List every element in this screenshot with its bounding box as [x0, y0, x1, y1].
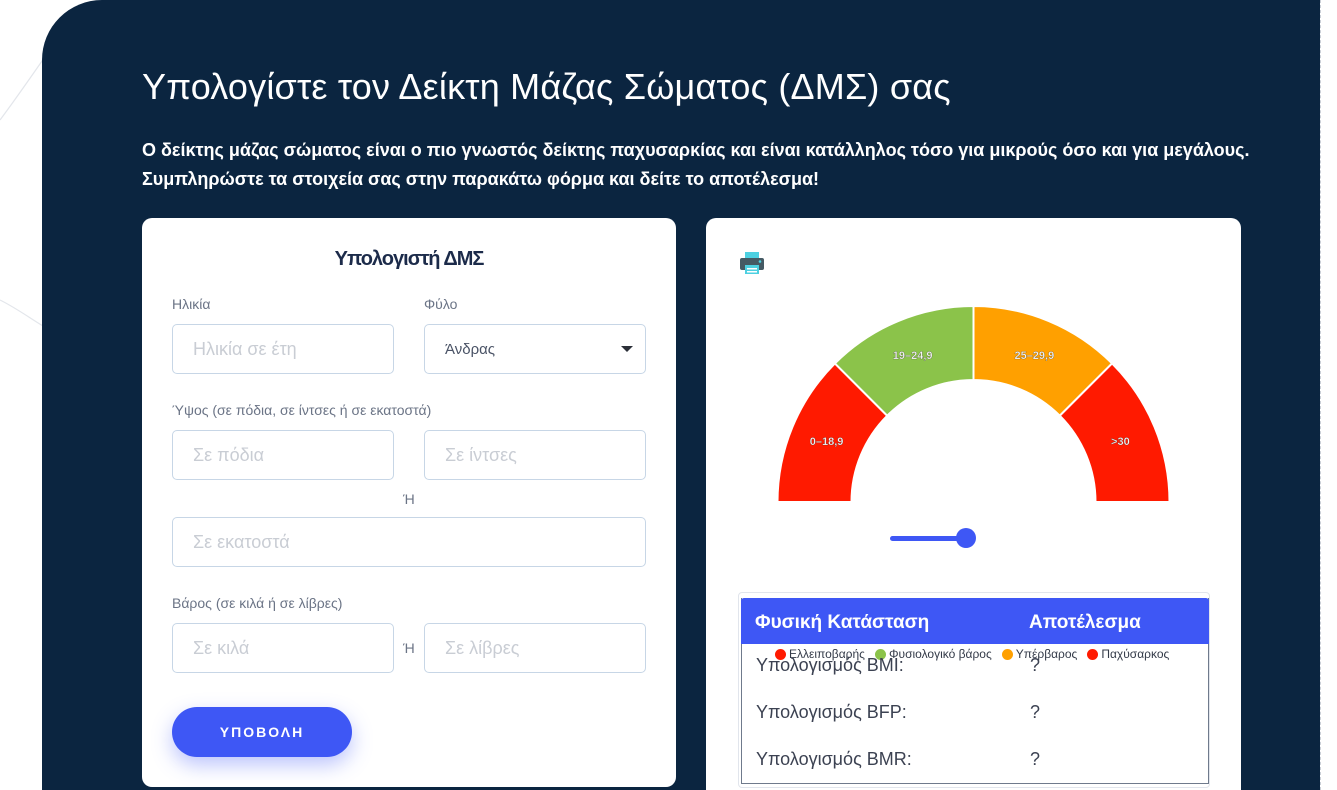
submit-button[interactable]: ΥΠΟΒΟΛΗ	[172, 707, 352, 757]
legend-label: Υπέρβαρος	[1015, 647, 1078, 661]
intro-text: Ο δείκτης μάζας σώματος είναι ο πιο γνωσ…	[142, 136, 1262, 194]
slider-handle[interactable]	[956, 528, 976, 548]
row-bmi-value: ?	[1030, 655, 1041, 675]
sex-label: Φύλο	[424, 296, 458, 312]
results-table-header: Φυσική Κατάσταση Αποτέλεσμα	[741, 598, 1209, 644]
right-margin	[1320, 0, 1337, 790]
page: Υπολογίστε τον Δείκτη Μάζας Σώματος (ΔΜΣ…	[0, 0, 1337, 790]
bmi-gauge: 0–18,9 19–24,9 25–29,9 >30	[776, 306, 1171, 503]
sex-select[interactable]: Άνδρας	[424, 324, 646, 374]
intro-line-1: Ο δείκτης μάζας σώματος είναι ο πιο γνωσ…	[142, 140, 1250, 160]
bmi-form-card: Υπολογιστή ΔΜΣ Ηλικία Ηλικία σε έτη Φύλο…	[142, 218, 676, 787]
gauge-segment-label: >30	[1111, 436, 1130, 448]
row-bfp-label: Υπολογισμός BFP:	[756, 702, 907, 722]
or-separator-weight: Ή	[403, 640, 415, 656]
right-margin-divider	[1320, 0, 1321, 790]
row-bmr-value: ?	[1030, 749, 1041, 769]
row-bmi-label: Υπολογισμός BMI:	[756, 655, 904, 675]
lb-input[interactable]: Σε λίβρες	[424, 623, 646, 673]
feet-input[interactable]: Σε πόδια	[172, 430, 394, 480]
legend-label: Φυσιολογικό βάρος	[888, 647, 992, 661]
legend-dot	[1087, 648, 1099, 660]
age-label: Ηλικία	[172, 296, 211, 312]
row-bfp-value: ?	[1030, 702, 1041, 722]
height-label: Ύψος (σε πόδια, σε ίντσες ή σε εκατοστά)	[172, 402, 432, 418]
sex-select-value: Άνδρας	[445, 340, 496, 358]
cm-input[interactable]: Σε εκατοστά	[172, 517, 646, 567]
weight-label: Βάρος (σε κιλά ή σε λίβρες)	[172, 595, 343, 611]
legend-label: Παχύσαρκος	[1101, 647, 1170, 661]
or-separator-height: Ή	[403, 491, 415, 507]
gauge-segment-label: 19–24,9	[893, 350, 933, 362]
column-state: Φυσική Κατάσταση	[755, 612, 930, 633]
row-bmr-label: Υπολογισμός BMR:	[756, 749, 912, 769]
gauge-segment-label: 0–18,9	[810, 436, 844, 448]
results-table: Φυσική Κατάσταση Αποτέλεσμα Ελλειποβαρής…	[738, 592, 1210, 788]
chevron-down-icon	[621, 346, 633, 352]
legend-item: Παχύσαρκος	[1087, 647, 1169, 661]
form-title: Υπολογιστή ΔΜΣ	[334, 248, 485, 270]
column-result: Αποτέλεσμα	[1029, 612, 1141, 633]
kg-input[interactable]: Σε κιλά	[172, 623, 394, 673]
gauge-slider[interactable]	[890, 526, 980, 550]
legend-dot	[1001, 648, 1013, 660]
printer-icon[interactable]	[738, 250, 766, 276]
intro-line-2: Συμπληρώστε τα στοιχεία σας στην παρακάτ…	[142, 169, 820, 189]
age-input[interactable]: Ηλικία σε έτη	[172, 324, 394, 374]
inches-input[interactable]: Σε ίντσες	[424, 430, 646, 480]
page-title: Υπολογίστε τον Δείκτη Μάζας Σώματος (ΔΜΣ…	[142, 66, 951, 107]
results-card: 0–18,9 19–24,9 25–29,9 >30 Φυσική Κατάσταση…	[706, 218, 1241, 790]
gauge-segment-label: 25–29,9	[1014, 350, 1054, 362]
